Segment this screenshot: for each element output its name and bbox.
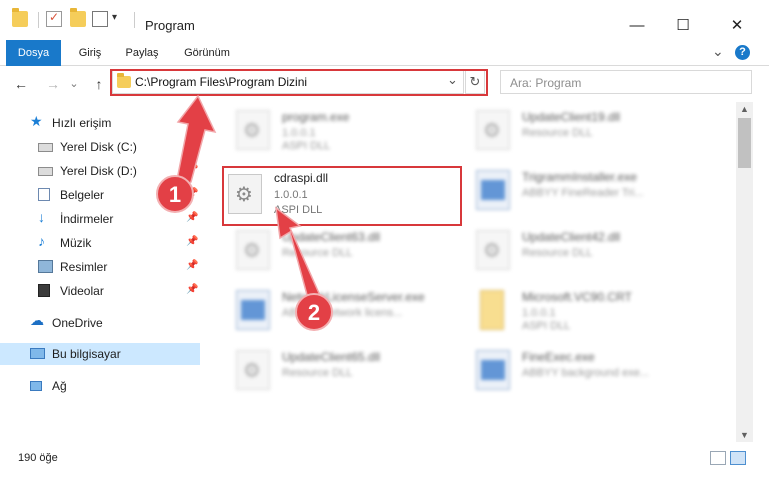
annotation-arrows [173, 94, 323, 308]
callout-badge: 2 [295, 293, 333, 331]
callout-badge: 1 [156, 175, 194, 213]
arrow-2 [275, 206, 323, 308]
